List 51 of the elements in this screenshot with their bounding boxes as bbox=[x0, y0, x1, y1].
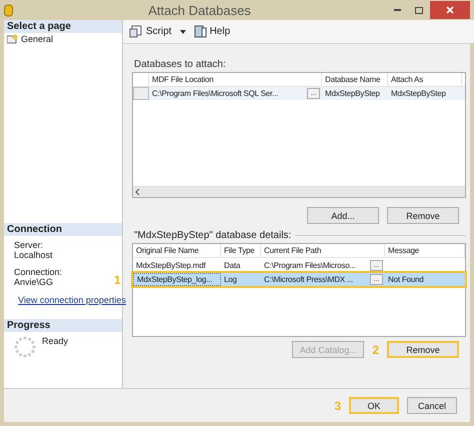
database-icon bbox=[4, 4, 13, 16]
info-value: Anvie\GG bbox=[14, 277, 54, 287]
connection-properties-link[interactable]: View connection properties bbox=[18, 294, 126, 304]
section-header: Select a page bbox=[4, 20, 122, 33]
close-button[interactable] bbox=[430, 1, 470, 19]
column-header[interactable]: Attach As bbox=[388, 73, 462, 86]
progress-status: Ready bbox=[42, 336, 68, 348]
section-header: Progress bbox=[4, 319, 122, 332]
info-label: Server: bbox=[14, 240, 44, 250]
script-button[interactable]: Script bbox=[127, 25, 174, 38]
info-value: Localhost bbox=[14, 250, 54, 260]
section-label: Databases to attach: bbox=[134, 59, 227, 70]
column-header[interactable]: Database Name bbox=[322, 73, 388, 86]
dialog-button[interactable]: Cancel bbox=[407, 397, 457, 414]
table-cell: MdxStepByStep_log... bbox=[133, 273, 221, 286]
column-header[interactable]: MDF File Location bbox=[149, 73, 322, 86]
spinner-icon bbox=[14, 336, 36, 358]
grid-button[interactable]: Remove bbox=[387, 207, 459, 224]
minimize-icon bbox=[394, 9, 400, 11]
column-header[interactable]: Current File Path bbox=[261, 244, 385, 257]
table-cell-text: MdxStepByStep.mdf bbox=[135, 260, 207, 271]
window-title: Attach Databases bbox=[147, 2, 252, 18]
callout-number: 2 bbox=[372, 342, 379, 356]
table-cell-text: C:\Microsoft Press\MDX ... bbox=[263, 274, 354, 285]
help-book-icon bbox=[194, 25, 207, 38]
horizontal-scrollbar[interactable] bbox=[133, 186, 465, 197]
grid-button[interactable]: Add... bbox=[307, 207, 379, 224]
column-header[interactable]: Message bbox=[385, 244, 465, 257]
dialog-button[interactable]: OK bbox=[349, 397, 399, 414]
column-header[interactable]: Original File Name bbox=[133, 244, 221, 257]
info-label: Connection: bbox=[14, 267, 64, 277]
maximize-icon bbox=[415, 6, 423, 14]
section-header: Connection bbox=[4, 223, 122, 236]
callout-number: 3 bbox=[334, 398, 341, 412]
page-icon bbox=[7, 34, 18, 44]
table-cell-text: Not Found bbox=[387, 274, 425, 285]
callout-number: 1 bbox=[114, 272, 121, 286]
close-icon bbox=[446, 6, 454, 14]
table-cell-text: Log bbox=[223, 274, 238, 285]
table-cell-text: C:\Program Files\Microso... bbox=[263, 260, 357, 271]
dropdown-caret-icon[interactable] bbox=[180, 30, 186, 34]
section-label: "MdxStepByStep" database details: bbox=[134, 230, 292, 241]
script-icon bbox=[129, 25, 143, 38]
table-cell-text: Data bbox=[223, 260, 242, 271]
column-header[interactable]: File Type bbox=[221, 244, 261, 257]
table-cell-text: MdxStepByStep bbox=[390, 88, 447, 99]
remove-button[interactable]: Remove bbox=[387, 341, 459, 358]
page-item[interactable]: General bbox=[4, 33, 122, 45]
table-cell-text: C:\Program Files\Microsoft SQL Ser... bbox=[151, 88, 280, 99]
table-cell-text: MdxStepByStep bbox=[324, 88, 381, 99]
help-button[interactable]: Help bbox=[192, 25, 232, 38]
